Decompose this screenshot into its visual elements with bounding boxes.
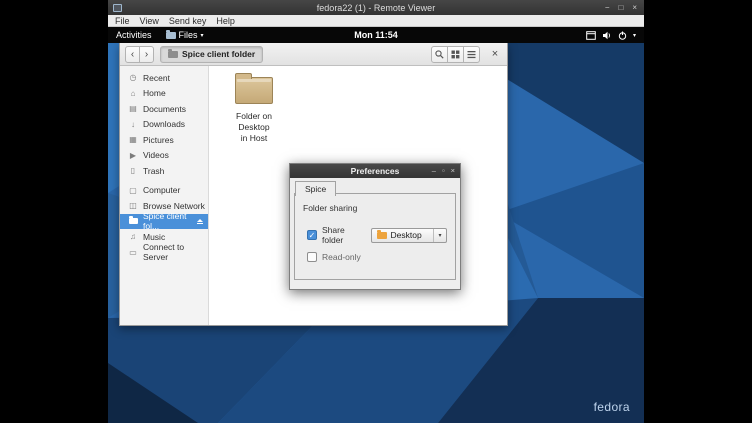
minimize-button[interactable]: – bbox=[432, 164, 436, 178]
menu-file[interactable]: File bbox=[110, 15, 135, 27]
folder-select-value: Desktop bbox=[391, 230, 434, 240]
activities-button[interactable]: Activities bbox=[108, 27, 160, 43]
preferences-frame: Folder sharing ✓ Share folder Desktop ▾ … bbox=[294, 193, 456, 280]
preferences-titlebar: Preferences – ▫ × bbox=[290, 164, 460, 178]
chevron-down-icon: ▾ bbox=[433, 229, 446, 242]
screen: fedora22 (1) - Remote Viewer − □ × File … bbox=[0, 0, 752, 423]
sidebar-item-videos[interactable]: ▶Videos bbox=[120, 148, 208, 164]
close-button[interactable]: × bbox=[451, 164, 455, 178]
share-folder-checkbox[interactable]: ✓ bbox=[307, 230, 317, 240]
gnome-topbar: Activities Files ▾ Mon 11:54 ▾ bbox=[108, 27, 644, 43]
remote-viewer-app-icon bbox=[113, 4, 122, 12]
grid-icon bbox=[451, 50, 460, 59]
menu-view[interactable]: View bbox=[135, 15, 164, 27]
documents-icon: ▤ bbox=[128, 104, 138, 113]
window-icon bbox=[586, 31, 596, 40]
power-icon bbox=[618, 31, 627, 40]
menu-button[interactable] bbox=[463, 46, 480, 63]
chevron-down-icon: ▾ bbox=[201, 32, 204, 39]
folder-select-dropdown[interactable]: Desktop ▾ bbox=[371, 228, 448, 243]
network-icon: ◫ bbox=[128, 201, 138, 210]
sidebar-item-spice-client-folder[interactable]: Spice client fol... bbox=[120, 214, 208, 230]
file-item-folder[interactable]: Folder on Desktop in Host bbox=[221, 72, 287, 144]
sidebar-item-documents[interactable]: ▤Documents bbox=[120, 101, 208, 117]
status-area[interactable]: ▾ bbox=[586, 31, 644, 40]
location-button[interactable]: Spice client folder bbox=[160, 46, 263, 63]
folder-sharing-label: Folder sharing bbox=[303, 203, 447, 213]
folder-icon bbox=[235, 77, 273, 104]
remote-viewer-menubar: File View Send key Help bbox=[108, 15, 644, 27]
server-icon: ▭ bbox=[128, 248, 138, 257]
pictures-icon: ▦ bbox=[128, 135, 138, 144]
sidebar-item-trash[interactable]: ▯Trash bbox=[120, 163, 208, 179]
preferences-dialog: Preferences – ▫ × Spice Folder sharing ✓… bbox=[289, 163, 461, 290]
sidebar-item-home[interactable]: ⌂Home bbox=[120, 86, 208, 102]
search-button[interactable] bbox=[431, 46, 448, 63]
files-close-button[interactable]: × bbox=[488, 48, 502, 60]
home-icon: ⌂ bbox=[128, 89, 138, 98]
computer-icon: ▢ bbox=[128, 186, 138, 195]
folder-icon bbox=[129, 218, 138, 224]
grid-view-button[interactable] bbox=[447, 46, 464, 63]
desktop[interactable]: fedora ‹ › Spice client folder bbox=[108, 43, 644, 423]
file-item-label: Folder on Desktop in Host bbox=[221, 111, 287, 144]
forward-button[interactable]: › bbox=[139, 46, 154, 63]
maximize-button[interactable]: □ bbox=[618, 0, 623, 15]
volume-icon bbox=[602, 31, 612, 40]
folder-icon bbox=[168, 51, 178, 58]
remote-viewer-title: fedora22 (1) - Remote Viewer bbox=[108, 3, 644, 13]
back-button[interactable]: ‹ bbox=[125, 46, 140, 63]
maximize-button[interactable]: ▫ bbox=[442, 164, 445, 178]
share-folder-label: Share folder bbox=[322, 225, 360, 245]
sidebar-item-computer[interactable]: ▢Computer bbox=[120, 183, 208, 199]
menu-send-key[interactable]: Send key bbox=[164, 15, 212, 27]
sidebar-item-pictures[interactable]: ▦Pictures bbox=[120, 132, 208, 148]
trash-icon: ▯ bbox=[128, 166, 138, 175]
music-icon: ♫ bbox=[128, 232, 138, 241]
location-label: Spice client folder bbox=[182, 49, 255, 59]
read-only-label: Read-only bbox=[322, 252, 361, 262]
remote-viewer-titlebar: fedora22 (1) - Remote Viewer − □ × bbox=[108, 0, 644, 15]
sidebar-item-recent[interactable]: ◷Recent bbox=[120, 70, 208, 86]
hamburger-icon bbox=[467, 50, 476, 59]
sidebar-item-connect-to-server[interactable]: ▭Connect to Server bbox=[120, 245, 208, 261]
folder-icon bbox=[377, 232, 387, 239]
files-sidebar: ◷Recent ⌂Home ▤Documents ↓Downloads ▦Pic… bbox=[120, 66, 209, 325]
downloads-icon: ↓ bbox=[128, 120, 138, 129]
close-button[interactable]: × bbox=[632, 0, 637, 15]
remote-viewer-window: fedora22 (1) - Remote Viewer − □ × File … bbox=[108, 0, 644, 423]
tab-spice[interactable]: Spice bbox=[295, 181, 336, 196]
search-icon bbox=[435, 50, 444, 59]
app-menu-label: Files bbox=[179, 30, 198, 40]
menu-help[interactable]: Help bbox=[211, 15, 240, 27]
chevron-down-icon: ▾ bbox=[633, 32, 636, 39]
sidebar-item-downloads[interactable]: ↓Downloads bbox=[120, 117, 208, 133]
eject-icon[interactable] bbox=[197, 219, 203, 224]
minimize-button[interactable]: − bbox=[605, 0, 610, 15]
videos-icon: ▶ bbox=[128, 151, 138, 160]
files-app-icon bbox=[166, 32, 176, 39]
app-menu-files[interactable]: Files ▾ bbox=[160, 30, 210, 40]
fedora-logo: fedora bbox=[594, 400, 630, 414]
recent-icon: ◷ bbox=[128, 73, 138, 82]
files-headerbar: ‹ › Spice client folder bbox=[120, 43, 507, 66]
read-only-checkbox[interactable] bbox=[307, 252, 317, 262]
